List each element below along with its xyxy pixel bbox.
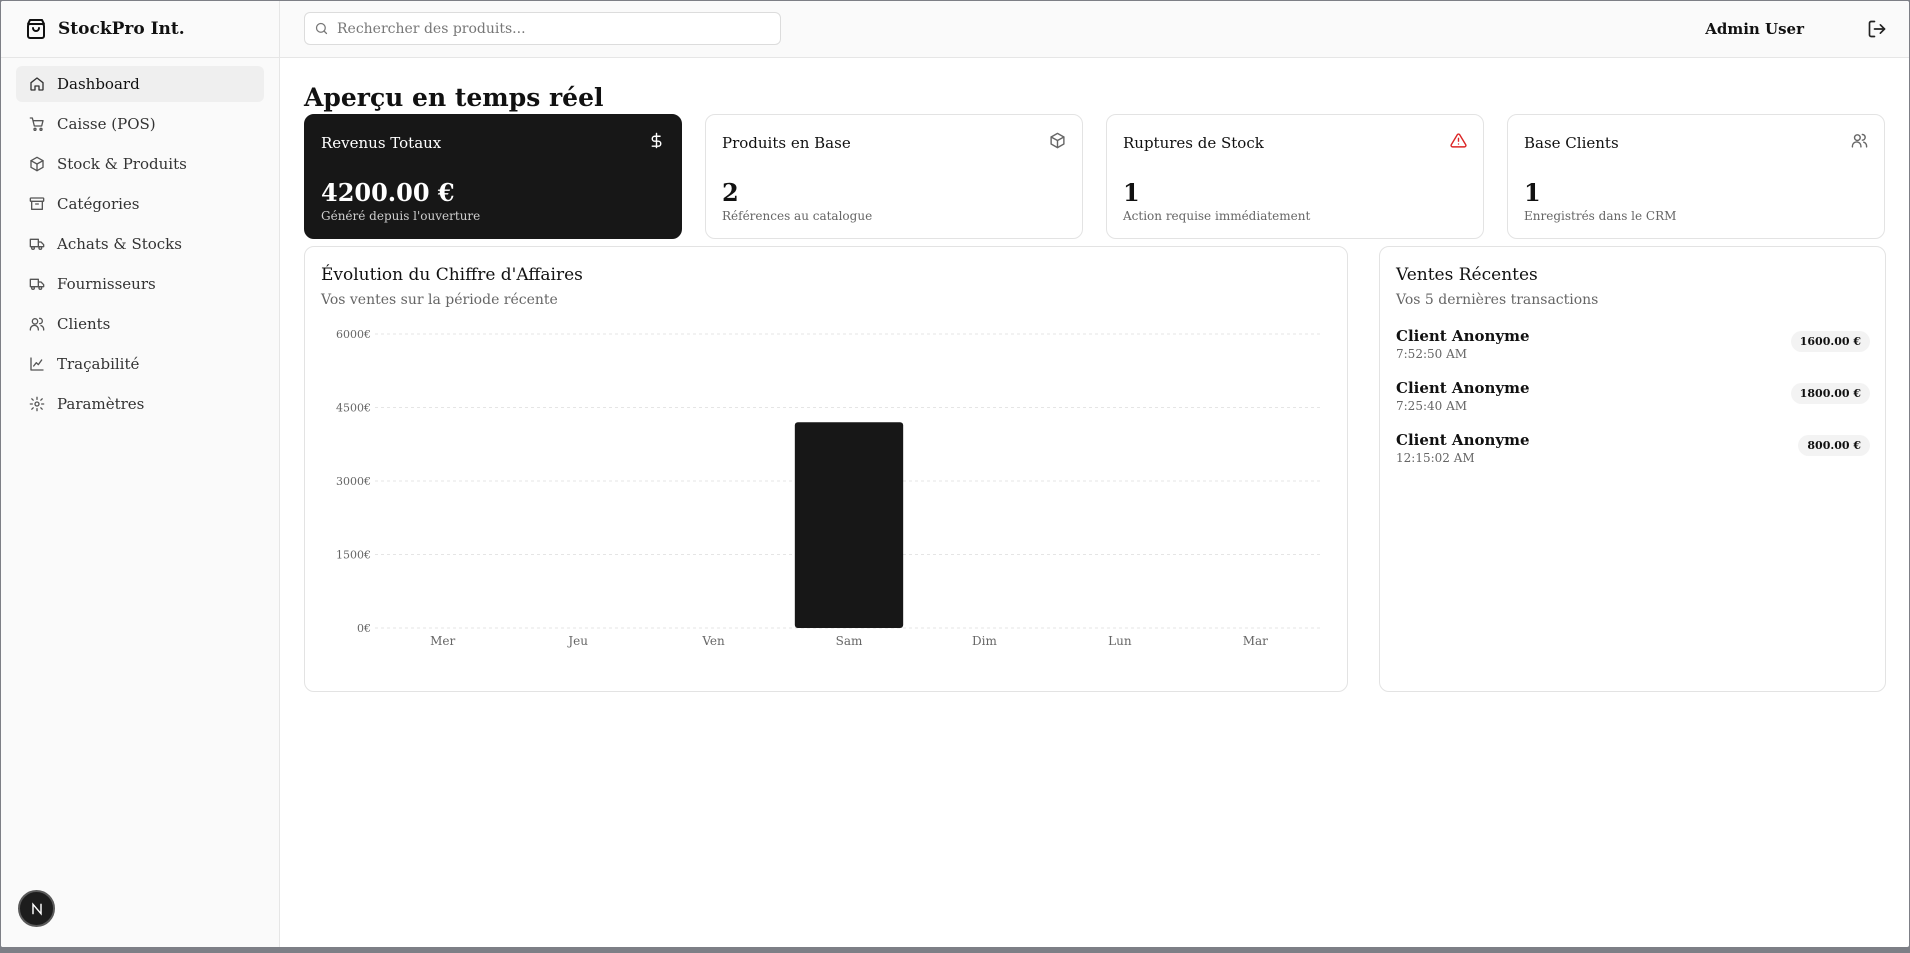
archive-icon <box>29 196 45 212</box>
panel-subtitle: Vos 5 dernières transactions <box>1396 292 1599 308</box>
logout-icon[interactable] <box>1867 19 1887 39</box>
card-ruptures-de-stock: Ruptures de Stock 1 Action requise imméd… <box>1106 114 1484 239</box>
next-dev-indicator-button[interactable] <box>18 890 55 927</box>
users-icon <box>29 316 45 332</box>
sidebar-item-stock[interactable]: Stock & Produits <box>16 146 264 182</box>
card-value: 4200.00 € <box>321 178 455 207</box>
sale-amount-badge: 1800.00 € <box>1790 383 1870 404</box>
revenue-chart-panel: Évolution du Chiffre d'Affaires Vos vent… <box>304 246 1348 692</box>
card-value: 1 <box>1524 178 1541 207</box>
y-tick-label: 1500€ <box>336 549 371 562</box>
dollar-icon <box>648 132 665 149</box>
top-header: Admin User <box>280 1 1909 58</box>
card-title: Ruptures de Stock <box>1123 134 1264 152</box>
cart-icon <box>29 116 45 132</box>
card-revenus-totaux: Revenus Totaux 4200.00 € Généré depuis l… <box>304 114 682 239</box>
card-subtitle: Enregistrés dans le CRM <box>1524 209 1677 223</box>
truck-icon <box>29 276 45 292</box>
sidebar-item-label: Traçabilité <box>57 355 140 373</box>
search-box[interactable] <box>304 12 781 45</box>
panel-title: Ventes Récentes <box>1396 265 1538 285</box>
revenue-bar-chart: 0€ 1500€ 3000€ 4500€ 6000€ Mer Jeu Ven Sam Dim Lun… <box>336 328 1323 648</box>
truck-icon <box>29 236 45 252</box>
sidebar-item-label: Fournisseurs <box>57 275 156 293</box>
sidebar: StockPro Int. Dashboard Caisse (POS) Sto… <box>1 1 280 947</box>
search-input[interactable] <box>337 20 757 37</box>
alert-triangle-icon <box>1450 132 1467 149</box>
recent-sales-panel: Ventes Récentes Vos 5 dernières transact… <box>1379 246 1886 692</box>
x-tick-label: Dim <box>972 634 997 648</box>
brand[interactable]: StockPro Int. <box>1 1 279 58</box>
x-tick-label: Jeu <box>566 634 588 648</box>
user-name[interactable]: Admin User <box>1705 20 1804 38</box>
card-subtitle: Références au catalogue <box>722 209 873 223</box>
sale-row[interactable]: Client Anonyme 12:15:02 AM 800.00 € <box>1396 431 1870 471</box>
sidebar-item-tracabilite[interactable]: Traçabilité <box>16 346 264 382</box>
search-icon <box>314 21 329 36</box>
sidebar-item-label: Clients <box>57 315 111 333</box>
package-icon <box>1049 132 1066 149</box>
page-title: Aperçu en temps réel <box>304 83 604 112</box>
card-base-clients: Base Clients 1 Enregistrés dans le CRM <box>1507 114 1885 239</box>
sale-row[interactable]: Client Anonyme 7:52:50 AM 1600.00 € <box>1396 327 1870 367</box>
card-title: Revenus Totaux <box>321 134 442 152</box>
y-tick-label: 4500€ <box>336 402 371 415</box>
sale-time: 7:25:40 AM <box>1396 399 1468 413</box>
package-icon <box>29 156 45 172</box>
settings-icon <box>29 396 45 412</box>
sale-client: Client Anonyme <box>1396 431 1530 449</box>
chart-bar[interactable] <box>794 422 904 628</box>
card-value: 1 <box>1123 178 1140 207</box>
sidebar-item-caisse[interactable]: Caisse (POS) <box>16 106 264 142</box>
sidebar-item-categories[interactable]: Catégories <box>16 186 264 222</box>
sidebar-item-label: Achats & Stocks <box>57 235 182 253</box>
home-icon <box>29 76 45 92</box>
sidebar-item-fournisseurs[interactable]: Fournisseurs <box>16 266 264 302</box>
sidebar-item-dashboard[interactable]: Dashboard <box>16 66 264 102</box>
sale-amount-badge: 800.00 € <box>1798 435 1870 456</box>
sidebar-item-clients[interactable]: Clients <box>16 306 264 342</box>
x-tick-label: Ven <box>701 634 725 648</box>
x-tick-label: Mer <box>430 634 455 648</box>
card-subtitle: Action requise immédiatement <box>1123 209 1311 223</box>
x-tick-label: Sam <box>836 634 863 648</box>
sidebar-item-label: Catégories <box>57 195 140 213</box>
x-tick-label: Mar <box>1243 634 1268 648</box>
sale-time: 7:52:50 AM <box>1396 347 1468 361</box>
card-title: Produits en Base <box>722 134 851 152</box>
brand-name: StockPro Int. <box>58 19 185 39</box>
users-icon <box>1851 132 1868 149</box>
y-tick-label: 3000€ <box>336 475 371 488</box>
card-title: Base Clients <box>1524 134 1619 152</box>
sidebar-item-label: Paramètres <box>57 395 145 413</box>
card-subtitle: Généré depuis l'ouverture <box>321 209 481 223</box>
sidebar-item-parametres[interactable]: Paramètres <box>16 386 264 422</box>
store-icon <box>24 17 48 41</box>
sale-time: 12:15:02 AM <box>1396 451 1475 465</box>
sidebar-item-label: Dashboard <box>57 75 140 93</box>
sidebar-item-achats[interactable]: Achats & Stocks <box>16 226 264 262</box>
sale-client: Client Anonyme <box>1396 327 1530 345</box>
sidebar-nav: Dashboard Caisse (POS) Stock & Produits … <box>1 58 279 422</box>
y-tick-label: 0€ <box>357 622 371 635</box>
sidebar-item-label: Caisse (POS) <box>57 115 156 133</box>
card-produits-en-base: Produits en Base 2 Références au catalog… <box>705 114 1083 239</box>
x-tick-label: Lun <box>1108 634 1132 648</box>
sale-row[interactable]: Client Anonyme 7:25:40 AM 1800.00 € <box>1396 379 1870 419</box>
card-value: 2 <box>722 178 739 207</box>
y-tick-label: 6000€ <box>336 328 371 341</box>
sale-amount-badge: 1600.00 € <box>1790 331 1870 352</box>
app-window: StockPro Int. Dashboard Caisse (POS) Sto… <box>1 1 1909 947</box>
sale-client: Client Anonyme <box>1396 379 1530 397</box>
line-chart-icon <box>29 356 45 372</box>
sidebar-item-label: Stock & Produits <box>57 155 187 173</box>
